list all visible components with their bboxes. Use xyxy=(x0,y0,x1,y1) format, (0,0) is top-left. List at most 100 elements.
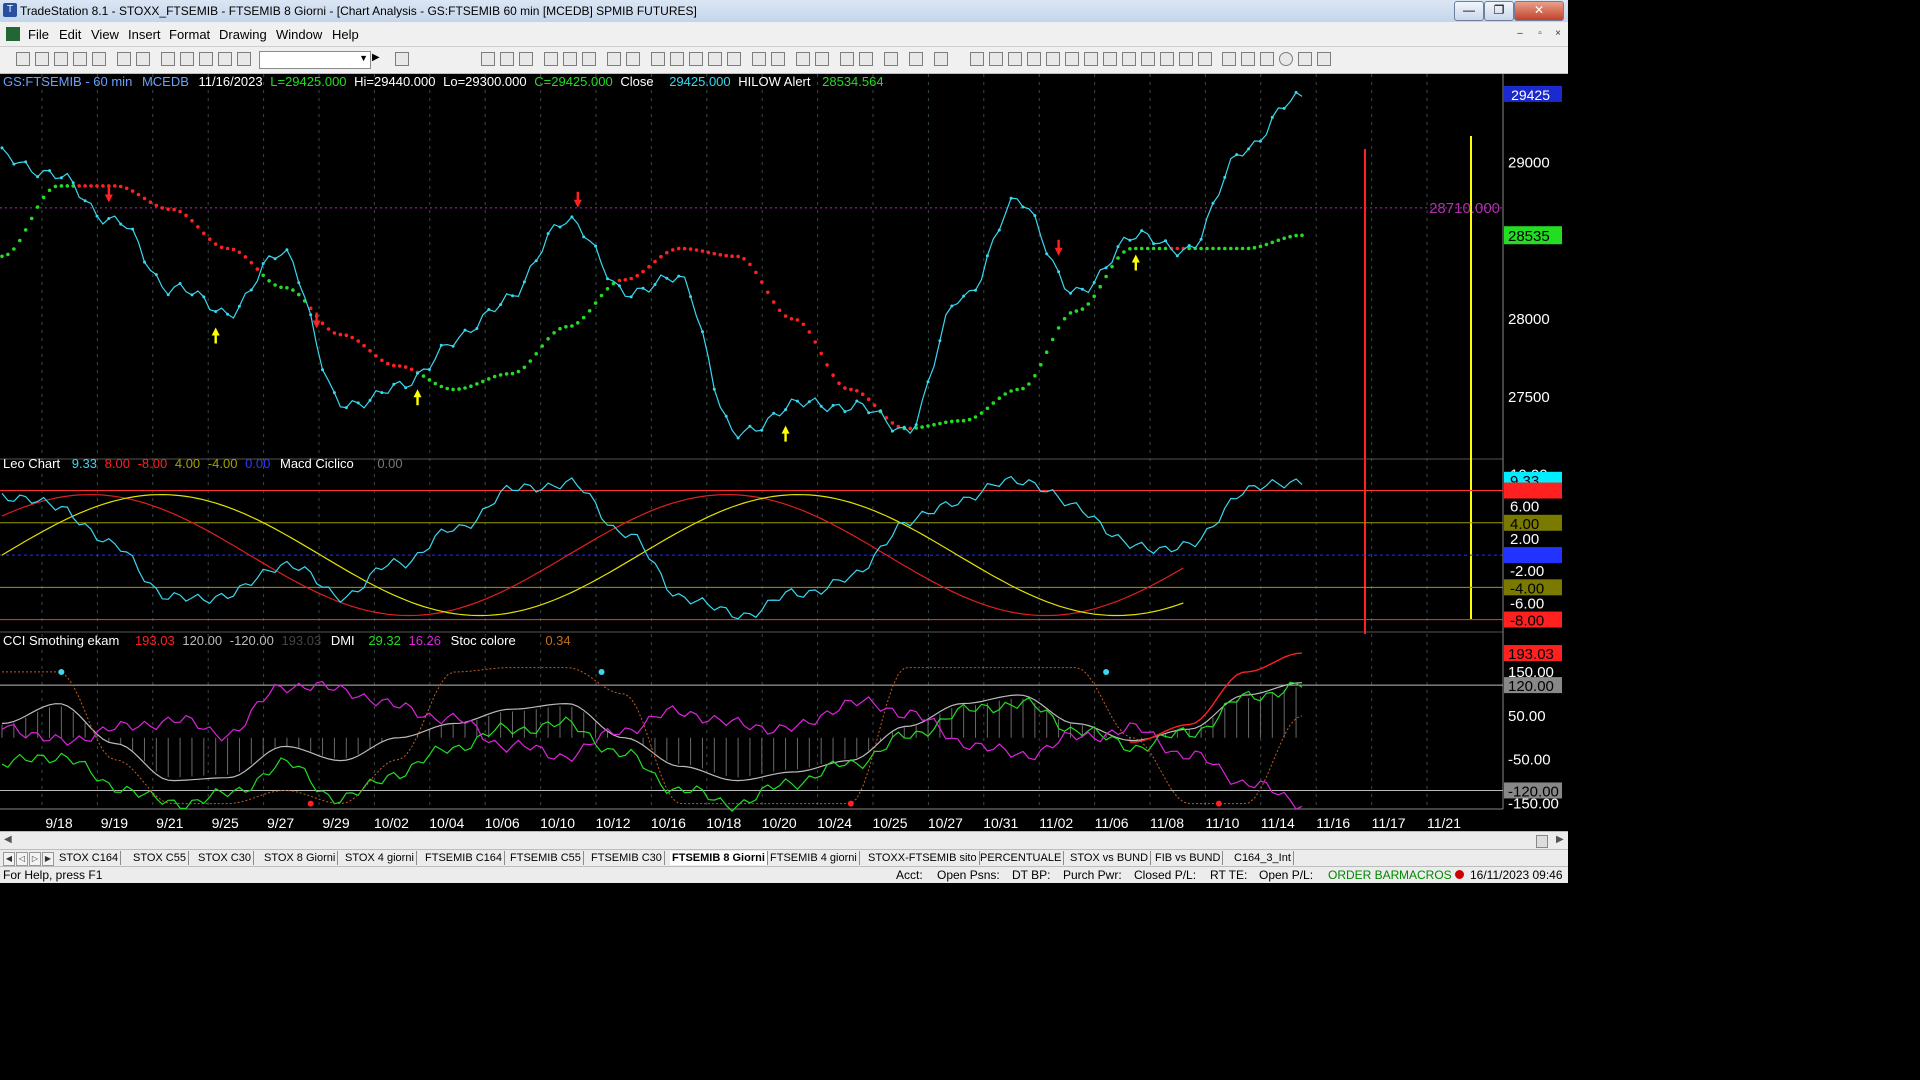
volume-icon[interactable] xyxy=(689,52,703,66)
properties-icon[interactable] xyxy=(909,52,923,66)
insert-strategy-icon[interactable] xyxy=(626,52,640,66)
speed-line-icon[interactable] xyxy=(1122,52,1136,66)
refresh-icon[interactable] xyxy=(582,52,596,66)
chart-window-icon[interactable] xyxy=(6,27,20,41)
globe-icon[interactable] xyxy=(237,52,251,66)
new-window-icon[interactable] xyxy=(73,52,87,66)
scroll-thumb[interactable] xyxy=(1536,835,1548,848)
insert-analysis-icon[interactable] xyxy=(607,52,621,66)
format-symbol-icon[interactable] xyxy=(544,52,558,66)
bars-icon[interactable] xyxy=(670,52,684,66)
zoom-in-icon[interactable] xyxy=(796,52,810,66)
scroll-left-icon[interactable] xyxy=(752,52,766,66)
trendline-icon[interactable] xyxy=(970,52,984,66)
symbol-combo[interactable]: ▼ xyxy=(259,51,371,69)
chart-icon[interactable] xyxy=(161,52,175,66)
menu-insert[interactable]: Insert xyxy=(128,27,161,42)
play-icon[interactable]: ▶ xyxy=(372,52,384,64)
find-icon[interactable] xyxy=(395,52,409,66)
macd-value: 0.00 xyxy=(377,456,403,471)
tab-prev-icon[interactable]: ◁ xyxy=(16,852,28,866)
menu-format[interactable]: Format xyxy=(169,27,210,42)
regression-icon[interactable] xyxy=(1141,52,1155,66)
tab-ftsemib-4-giorni[interactable]: FTSEMIB 4 giorni xyxy=(768,851,860,865)
tab-stoxx-ftsemib-sito[interactable]: STOXX-FTSEMIB sito xyxy=(866,851,980,865)
arc-icon[interactable] xyxy=(1046,52,1060,66)
tab-stox-c30[interactable]: STOX C30 xyxy=(196,851,254,865)
crosshair-icon[interactable] xyxy=(859,52,873,66)
strategy-icon[interactable] xyxy=(218,52,232,66)
rectangle-icon[interactable] xyxy=(1298,52,1312,66)
print-preview-icon[interactable] xyxy=(117,52,131,66)
tab-c164-3-int[interactable]: C164_3_Int xyxy=(1232,851,1294,865)
ellipse-icon[interactable] xyxy=(1279,52,1293,66)
tab-stox-vs-bund[interactable]: STOX vs BUND xyxy=(1068,851,1152,865)
spacing-icon[interactable] xyxy=(727,52,741,66)
indicator-icon[interactable] xyxy=(563,52,577,66)
macros-button[interactable]: MACROS xyxy=(1399,867,1452,883)
channel-icon[interactable] xyxy=(1027,52,1041,66)
horizontal-scrollbar[interactable]: ◀ ▶ xyxy=(0,831,1568,850)
candle-icon[interactable] xyxy=(500,52,514,66)
scroll-left-arrow-icon[interactable]: ◀ xyxy=(4,834,12,845)
menu-help[interactable]: Help xyxy=(332,27,359,42)
interval-icon[interactable] xyxy=(708,52,722,66)
price-point xyxy=(178,282,182,285)
gann-fan-icon[interactable] xyxy=(1103,52,1117,66)
lock-icon[interactable] xyxy=(199,52,213,66)
fibonacci-icon[interactable] xyxy=(1065,52,1079,66)
tab-ftsemib-c164[interactable]: FTSEMIB C164 xyxy=(423,851,506,865)
andrews-icon[interactable] xyxy=(1179,52,1193,66)
tab-ftsemib-c55[interactable]: FTSEMIB C55 xyxy=(508,851,584,865)
tab-last-icon[interactable]: ▶ xyxy=(42,852,54,866)
arrow-up-tool-icon[interactable] xyxy=(1260,52,1274,66)
text-icon[interactable] xyxy=(1317,52,1331,66)
parallel-icon[interactable] xyxy=(1160,52,1174,66)
order-bar-button[interactable]: ORDER BAR xyxy=(1328,867,1399,883)
tools-icon[interactable] xyxy=(884,52,898,66)
tab-stox-8-giorni[interactable]: STOX 8 Giorni xyxy=(262,851,339,865)
menu-window[interactable]: Window xyxy=(276,27,322,42)
restore-button[interactable]: ❐ xyxy=(1484,1,1514,21)
vertical-line-icon[interactable] xyxy=(989,52,1003,66)
tab-stox-c55[interactable]: STOX C55 xyxy=(131,851,189,865)
pointer-icon[interactable] xyxy=(840,52,854,66)
tab-percentuale[interactable]: PERCENTUALE xyxy=(978,851,1065,865)
save-icon[interactable] xyxy=(54,52,68,66)
close-button[interactable]: ✕ xyxy=(1514,1,1564,21)
tab-stox-4-giorni[interactable]: STOX 4 giorni xyxy=(343,851,417,865)
tab-stox-c164[interactable]: STOX C164 xyxy=(57,851,122,865)
bar-chart-icon[interactable] xyxy=(481,52,495,66)
menu-view[interactable]: View xyxy=(91,27,119,42)
mdi-restore-button[interactable]: ▫ xyxy=(1532,27,1548,41)
disabled-icon[interactable] xyxy=(934,52,948,66)
tab-ftsemib-c30[interactable]: FTSEMIB C30 xyxy=(589,851,665,865)
horizontal-line-icon[interactable] xyxy=(1008,52,1022,66)
mdi-close-button[interactable]: × xyxy=(1550,27,1566,41)
fib-extension-icon[interactable] xyxy=(1084,52,1098,66)
tab-fib-vs-bund[interactable]: FIB vs BUND xyxy=(1153,851,1224,865)
scroll-right-arrow-icon[interactable]: ▶ xyxy=(1556,834,1564,845)
mdi-minimize-button[interactable]: – xyxy=(1512,27,1528,41)
new-icon[interactable] xyxy=(16,52,30,66)
tab-next-icon[interactable]: ▷ xyxy=(29,852,41,866)
print-icon[interactable] xyxy=(136,52,150,66)
tab-ftsemib-8-giorni[interactable]: FTSEMIB 8 Giorni xyxy=(670,851,768,865)
curve-icon[interactable] xyxy=(1222,52,1236,66)
chart-analysis-window[interactable]: 9/18 9/19 9/21 9/25 9/27 9/29 10/02 10/04 10/06 1… xyxy=(0,74,1568,830)
menu-drawing[interactable]: Drawing xyxy=(219,27,267,42)
chart-canvas[interactable]: 9/18 9/19 9/21 9/25 9/27 9/29 10/02 10/04 10/06 1… xyxy=(0,74,1568,830)
zoom-out-icon[interactable] xyxy=(815,52,829,66)
data-window-icon[interactable] xyxy=(651,52,665,66)
scroll-right-icon[interactable] xyxy=(771,52,785,66)
open-icon[interactable] xyxy=(35,52,49,66)
menu-file[interactable]: File xyxy=(28,27,49,42)
tab-first-icon[interactable]: ◀ xyxy=(3,852,15,866)
radar-icon[interactable] xyxy=(180,52,194,66)
pen-icon[interactable] xyxy=(1198,52,1212,66)
menu-edit[interactable]: Edit xyxy=(59,27,81,42)
arrow-down-tool-icon[interactable] xyxy=(1241,52,1255,66)
workspace-icon[interactable] xyxy=(92,52,106,66)
line-chart-icon[interactable] xyxy=(519,52,533,66)
minimize-button[interactable]: — xyxy=(1454,1,1484,21)
